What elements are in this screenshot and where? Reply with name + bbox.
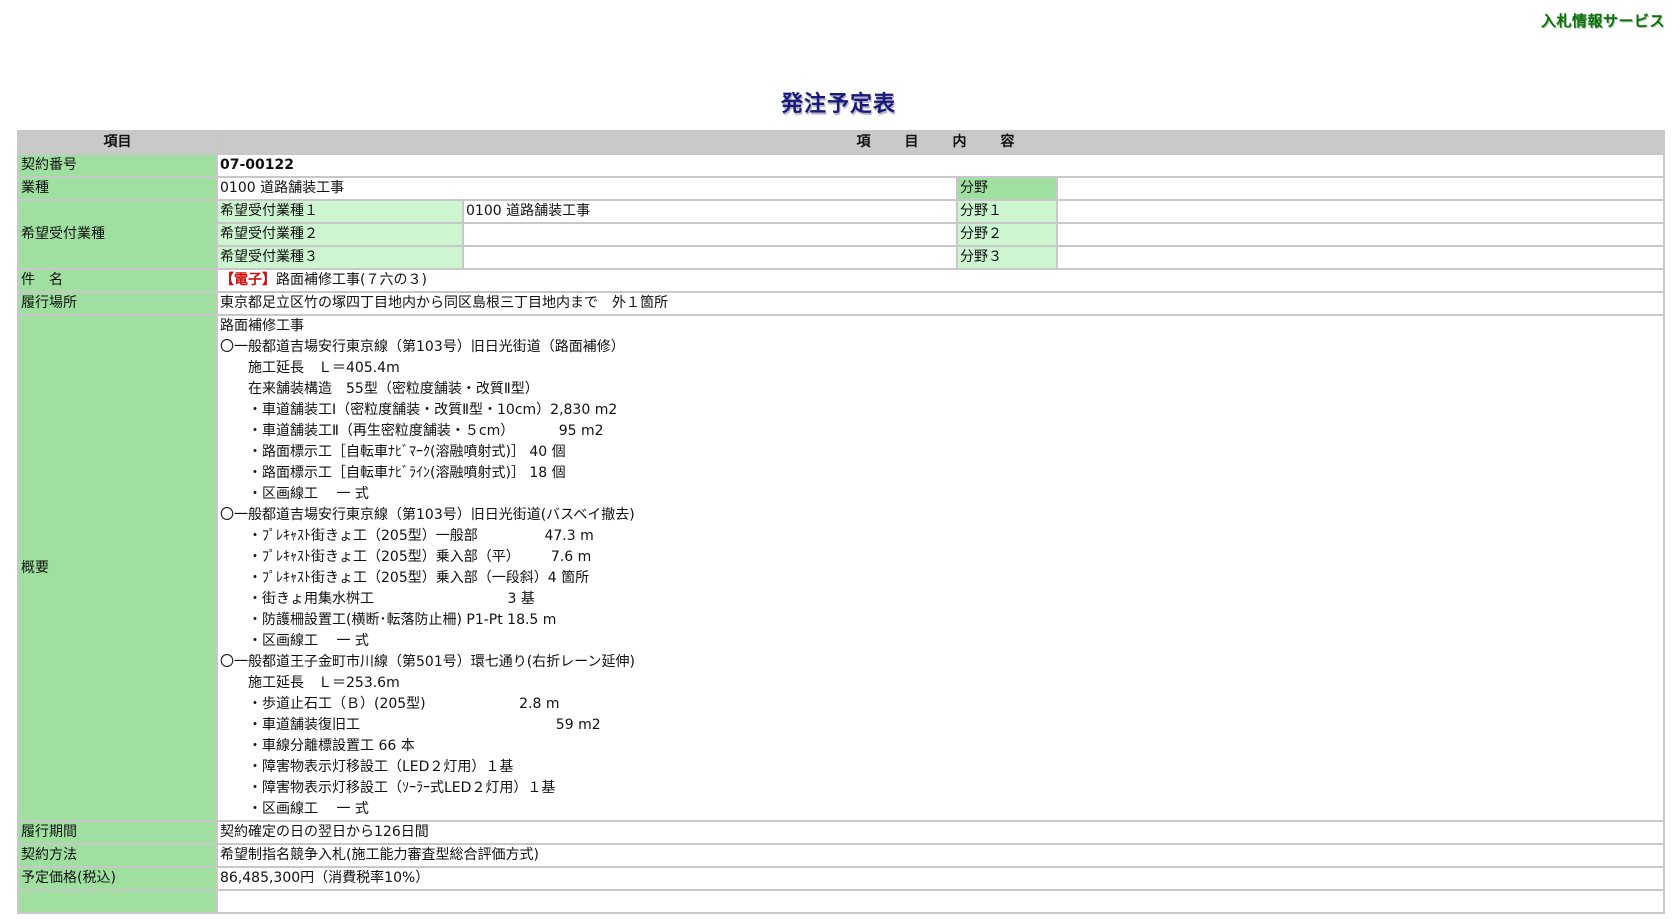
overview-content: 路面補修工事〇一般都道吉場安行東京線（第103号）旧日光街道（路面補修） 施工延長… <box>216 314 1665 822</box>
business-type-value: 0100 道路舗装工事 <box>216 176 958 201</box>
contract-no-value: 07-00122 <box>216 153 1665 178</box>
overview-line: ・障害物表示灯移設工（LED２灯用）１基 <box>248 759 514 775</box>
column-header-item: 項目 <box>17 130 218 155</box>
overview-line: ・ﾌﾟﾚｷｬｽﾄ街きょ工（205型）一般部 47.3 m <box>248 528 594 544</box>
period-value: 契約確定の日の翌日から126日間 <box>216 820 1665 845</box>
row-next <box>17 889 1665 914</box>
overview-line: 〇一般都道吉場安行東京線（第103号）旧日光街道（路面補修） <box>220 339 625 355</box>
row-price: 予定価格(税込) 86,485,300円（消費税率10%） <box>17 866 1665 891</box>
overview-line: 〇一般都道吉場安行東京線（第103号）旧日光街道(バスベイ撤去) <box>220 507 635 523</box>
business-type-label: 業種 <box>17 176 218 201</box>
field-3-label: 分野３ <box>956 245 1058 270</box>
row-overview: 概要 路面補修工事〇一般都道吉場安行東京線（第103号）旧日光街道（路面補修） 施… <box>17 314 1665 822</box>
overview-line: ・路面標示工［自転車ﾅﾋﾞﾗｲﾝ(溶融噴射式)］ 18 個 <box>248 465 566 481</box>
row-subject: 件 名 【電子】路面補修工事(７六の３) <box>17 268 1665 293</box>
overview-line: 施工延長 Ｌ＝405.4m <box>248 360 400 376</box>
overview-line: ・ﾌﾟﾚｷｬｽﾄ街きょ工（205型）乗入部（一段斜）4 箇所 <box>248 570 590 586</box>
overview-label: 概要 <box>17 314 218 822</box>
overview-line: ・区画線工 一 式 <box>248 801 369 817</box>
subject-value: 路面補修工事(７六の３) <box>276 272 427 288</box>
location-value: 東京都足立区竹の塚四丁目地内から同区島根三丁目地内まで 外１箇所 <box>216 291 1665 316</box>
overview-line: 在来舗装構造 55型（密粒度舗装・改質Ⅱ型） <box>248 381 539 397</box>
contract-no-label: 契約番号 <box>17 153 218 178</box>
overview-line: 〇一般都道王子金町市川線（第501号）環七通り(右折レーン延伸) <box>220 654 635 670</box>
next-row-value <box>216 889 1665 914</box>
overview-line: ・街きょ用集水桝工 3 基 <box>248 591 535 607</box>
row-desired-1: 希望受付業種 希望受付業種１ 0100 道路舗装工事 分野１ <box>17 199 1665 270</box>
overview-line: ・区画線工 一 式 <box>248 486 369 502</box>
overview-line: ・ﾌﾟﾚｷｬｽﾄ街きょ工（205型）乗入部（平） 7.6 m <box>248 549 592 565</box>
electronic-tag: 【電子】 <box>220 272 276 288</box>
overview-line: 路面補修工事 <box>220 318 304 334</box>
field-value <box>1056 176 1665 201</box>
desired-types-label: 希望受付業種 <box>17 199 218 270</box>
field-2-label: 分野２ <box>956 222 1058 247</box>
row-desired-2: 希望受付業種２ 分野２ <box>18 222 1665 247</box>
overview-line: ・車道舗装復旧工 59 m2 <box>248 717 601 733</box>
overview-line: ・区画線工 一 式 <box>248 633 369 649</box>
field-3-value <box>1056 245 1665 270</box>
field-label: 分野 <box>956 176 1058 201</box>
desired-type-3-value <box>462 245 958 270</box>
field-2-value <box>1056 222 1665 247</box>
subject-label: 件 名 <box>17 268 218 293</box>
subject-value-cell: 【電子】路面補修工事(７六の３) <box>216 268 1665 293</box>
overview-line: 施工延長 Ｌ＝253.6m <box>248 675 400 691</box>
row-contract-no: 契約番号 07-00122 <box>17 153 1665 178</box>
order-schedule-table: 項目 項 目 内 容 契約番号 07-00122 業種 0100 道路舗装工事 … <box>17 130 1665 914</box>
overview-line: ・歩道止石工（Ｂ）(205型) 2.8 m <box>248 696 560 712</box>
desired-type-3-label: 希望受付業種３ <box>216 245 464 270</box>
table-header-row: 項目 項 目 内 容 <box>17 130 1665 155</box>
row-method: 契約方法 希望制指名競争入札(施工能力審査型総合評価方式) <box>17 843 1665 868</box>
next-row-label <box>17 889 218 914</box>
overview-line: ・車道舗装工Ⅱ（再生密粒度舗装・５cm） 95 m2 <box>248 423 604 439</box>
overview-line: ・防護柵設置工(横断･転落防止柵) P1-Pt 18.5 m <box>248 612 557 628</box>
overview-line: ・車線分離標設置工 66 本 <box>248 738 415 754</box>
page-title: 発注予定表 <box>780 92 896 117</box>
desired-type-2-value <box>462 222 958 247</box>
desired-type-1-value: 0100 道路舗装工事 <box>462 199 958 224</box>
desired-type-2-label: 希望受付業種２ <box>216 222 464 247</box>
row-location: 履行場所 東京都足立区竹の塚四丁目地内から同区島根三丁目地内まで 外１箇所 <box>17 291 1665 316</box>
method-label: 契約方法 <box>17 843 218 868</box>
period-label: 履行期間 <box>17 820 218 845</box>
field-1-value <box>1056 199 1665 224</box>
overview-line: ・障害物表示灯移設工（ｿｰﾗｰ式LED２灯用）１基 <box>248 780 556 796</box>
column-header-content: 項 目 内 容 <box>216 130 1665 155</box>
service-title: 入札情報サービス <box>1540 12 1665 30</box>
row-period: 履行期間 契約確定の日の翌日から126日間 <box>17 820 1665 845</box>
price-value: 86,485,300円（消費税率10%） <box>216 866 1665 891</box>
row-desired-3: 希望受付業種３ 分野３ <box>18 245 1665 270</box>
price-label: 予定価格(税込) <box>17 866 218 891</box>
overview-line: ・路面標示工［自転車ﾅﾋﾞﾏｰｸ(溶融噴射式)］ 40 個 <box>248 444 566 460</box>
location-label: 履行場所 <box>17 291 218 316</box>
field-1-label: 分野１ <box>956 199 1058 224</box>
desired-type-1-label: 希望受付業種１ <box>216 199 464 224</box>
method-value: 希望制指名競争入札(施工能力審査型総合評価方式) <box>216 843 1665 868</box>
row-business-type: 業種 0100 道路舗装工事 分野 <box>17 176 1665 201</box>
overview-line: ・車道舗装工Ⅰ（密粒度舗装・改質Ⅱ型・10cm）2,830 m2 <box>248 402 618 418</box>
